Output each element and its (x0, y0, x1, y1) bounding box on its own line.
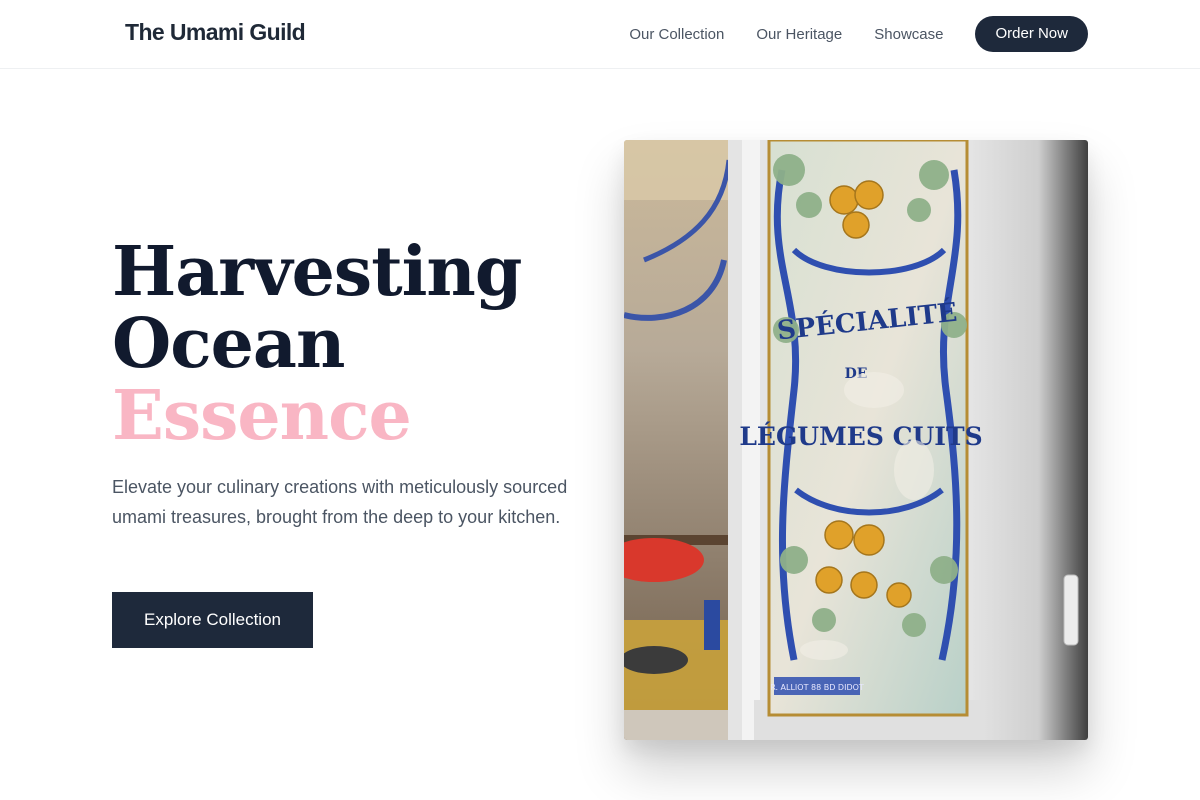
nav-link-our-collection[interactable]: Our Collection (629, 26, 724, 43)
hero-image: SPÉCIALITÉ DE LÉGUMES CUITS R. ALLIOT 88… (624, 140, 1088, 740)
sign-line-3: LÉGUMES CUITS (739, 422, 982, 451)
hero-subtitle: Elevate your culinary creations with met… (112, 477, 568, 527)
explore-collection-button[interactable]: Explore Collection (112, 592, 313, 648)
site-header: The Umami Guild Our Collection Our Herit… (0, 0, 1200, 69)
nav-link-our-heritage[interactable]: Our Heritage (756, 26, 842, 43)
maker-mark: R. ALLIOT 88 BD DIDOT (770, 683, 864, 692)
storefront-sign-photo: SPÉCIALITÉ DE LÉGUMES CUITS R. ALLIOT 88… (624, 140, 1088, 740)
hero-title-accent: Essence (112, 376, 412, 456)
hero-title-line-2: Ocean (112, 304, 345, 384)
nav-link-showcase[interactable]: Showcase (874, 26, 943, 43)
order-now-button[interactable]: Order Now (975, 16, 1088, 52)
hero-title-line-1: Harvesting (112, 232, 522, 312)
brand-logo[interactable]: The Umami Guild (125, 19, 306, 46)
hero-title: Harvesting Ocean Essence (112, 232, 522, 456)
main-nav: Our Collection Our Heritage Showcase Ord… (629, 16, 1088, 52)
